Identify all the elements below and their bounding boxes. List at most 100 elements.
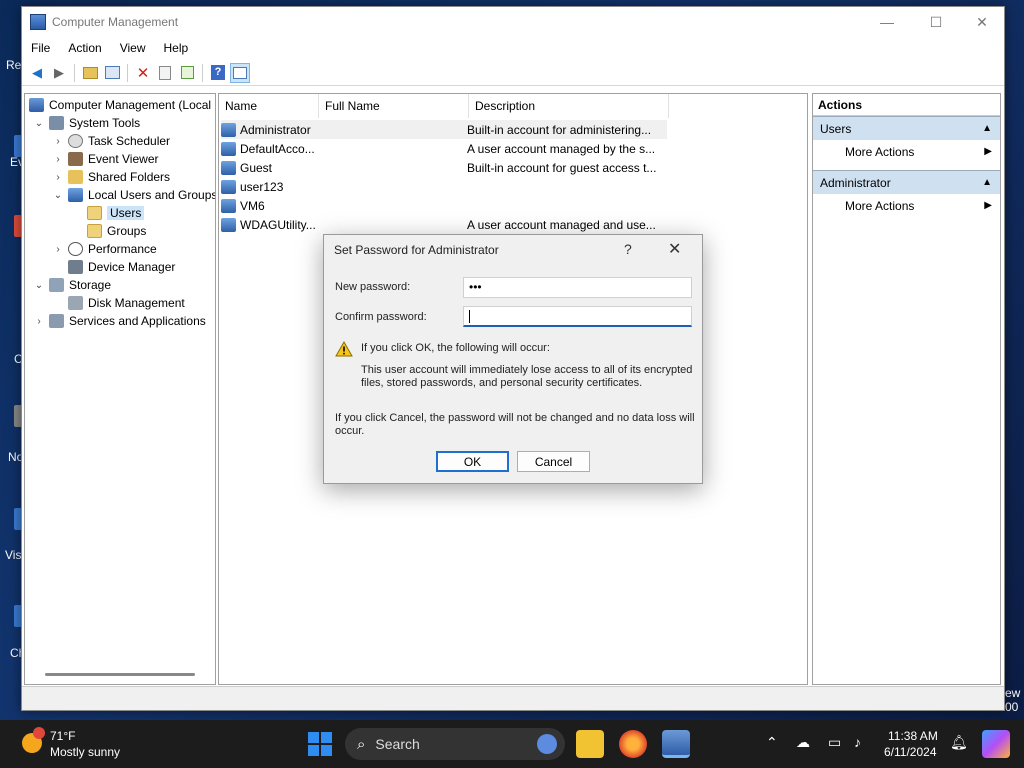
- tree-item-groups[interactable]: Groups: [87, 222, 146, 240]
- expand-chevron-icon[interactable]: ›: [52, 172, 64, 183]
- weather-temperature[interactable]: 71°F: [50, 729, 75, 743]
- warning-heading: If you click OK, the following will occu…: [361, 342, 550, 354]
- tree-item-services-apps[interactable]: › Services and Applications: [33, 312, 206, 330]
- help-icon[interactable]: ?: [208, 63, 228, 83]
- cancel-button[interactable]: Cancel: [517, 451, 590, 472]
- tree-item-task-scheduler[interactable]: › Task Scheduler: [52, 132, 170, 150]
- users-group-icon: [68, 188, 83, 202]
- computer-management-icon: [30, 14, 46, 30]
- show-action-pane-icon[interactable]: [230, 62, 250, 83]
- desktop-icon-label[interactable]: ew: [1005, 686, 1020, 700]
- actions-section-users[interactable]: Users ▲: [813, 116, 1000, 140]
- submenu-arrow-icon: ▶: [984, 146, 992, 157]
- dialog-help-button[interactable]: ?: [624, 241, 632, 257]
- back-arrow-icon[interactable]: ◀: [27, 63, 47, 83]
- column-header-name[interactable]: Name: [219, 94, 319, 118]
- show-hidden-icons-chevron-icon[interactable]: ⌃: [766, 734, 778, 751]
- collapse-up-icon[interactable]: ▲: [982, 117, 992, 141]
- menu-file[interactable]: File: [22, 41, 59, 55]
- user-icon: [221, 217, 236, 232]
- tree-item-system-tools[interactable]: ⌄ System Tools: [33, 114, 140, 132]
- up-folder-icon[interactable]: [80, 63, 100, 83]
- start-button[interactable]: [308, 732, 332, 756]
- collapse-up-icon[interactable]: ▲: [982, 171, 992, 195]
- expand-chevron-icon[interactable]: ›: [52, 136, 64, 147]
- expand-chevron-icon[interactable]: ›: [52, 154, 64, 165]
- title-bar[interactable]: Computer Management — ☐ ✕: [22, 7, 1004, 37]
- tree-item-device-manager[interactable]: Device Manager: [68, 258, 175, 276]
- confirm-password-field[interactable]: [463, 306, 692, 327]
- taskbar-search[interactable]: ⌕ Search: [345, 728, 565, 760]
- dialog-close-button[interactable]: ✕: [668, 239, 681, 259]
- column-header-description[interactable]: Description: [469, 94, 669, 118]
- collapse-chevron-icon[interactable]: ⌄: [33, 280, 45, 291]
- menu-view[interactable]: View: [111, 41, 155, 55]
- tree-item-local-users-groups[interactable]: ⌄ Local Users and Groups: [52, 186, 215, 204]
- performance-icon: [68, 242, 83, 256]
- maximize-button[interactable]: ☐: [913, 7, 959, 37]
- table-row[interactable]: Administrator Built-in account for admin…: [221, 120, 667, 139]
- collapse-chevron-icon[interactable]: ⌄: [33, 118, 45, 129]
- column-header-full-name[interactable]: Full Name: [319, 94, 469, 118]
- computer-management-taskbar-icon[interactable]: [662, 730, 690, 758]
- tree-item-storage[interactable]: ⌄ Storage: [33, 276, 111, 294]
- tree-item-disk-management[interactable]: Disk Management: [68, 294, 185, 312]
- expand-chevron-icon[interactable]: ›: [52, 244, 64, 255]
- table-row[interactable]: DefaultAcco... A user account managed by…: [221, 139, 667, 158]
- tree-item-shared-folders[interactable]: › Shared Folders: [52, 168, 170, 186]
- desktop-icon-label[interactable]: Vis: [5, 548, 21, 562]
- user-icon: [221, 141, 236, 156]
- network-icon[interactable]: ☁: [796, 734, 810, 751]
- export-list-icon[interactable]: [177, 63, 197, 83]
- menu-help[interactable]: Help: [155, 41, 198, 55]
- close-button[interactable]: ✕: [959, 7, 1005, 37]
- warning-icon: [335, 341, 353, 357]
- actions-section-administrator[interactable]: Administrator ▲: [813, 170, 1000, 194]
- table-row[interactable]: user123: [221, 177, 667, 196]
- toolbar-separator: [74, 63, 75, 82]
- tree-item-event-viewer[interactable]: › Event Viewer: [52, 150, 158, 168]
- firefox-icon[interactable]: [619, 730, 647, 758]
- weather-condition[interactable]: Mostly sunny: [50, 745, 120, 759]
- minimize-button[interactable]: —: [864, 7, 910, 37]
- administrator-more-actions[interactable]: More Actions ▶: [813, 194, 1000, 218]
- console-tree[interactable]: Computer Management (Local ⌄ System Tool…: [24, 93, 216, 685]
- expand-chevron-icon[interactable]: ›: [33, 316, 45, 327]
- tree-item-root[interactable]: Computer Management (Local: [29, 96, 211, 114]
- display-icon[interactable]: ▭: [828, 734, 841, 751]
- menu-action[interactable]: Action: [59, 41, 110, 55]
- table-row[interactable]: WDAGUtility... A user account managed an…: [221, 215, 667, 234]
- desktop-icon-label[interactable]: 00: [1005, 700, 1018, 714]
- tree-item-performance[interactable]: › Performance: [52, 240, 157, 258]
- users-more-actions[interactable]: More Actions ▶: [813, 140, 1000, 164]
- search-highlight-icon: [537, 734, 557, 754]
- toolbar: ◀ ▶ ✕ ?: [22, 60, 1004, 86]
- status-bar: [22, 686, 1004, 710]
- clock-time[interactable]: 11:38 AM: [888, 729, 938, 743]
- volume-icon[interactable]: ♪: [854, 734, 861, 750]
- actions-title: Actions: [813, 94, 1000, 116]
- table-row[interactable]: VM6: [221, 196, 667, 215]
- new-password-field[interactable]: •••: [463, 277, 692, 298]
- properties-icon[interactable]: [155, 63, 175, 83]
- folder-icon: [87, 206, 102, 220]
- warning-line-1: This user account will immediately lose …: [361, 364, 693, 376]
- notification-bell-icon[interactable]: 🔔︎: [950, 734, 968, 751]
- clock-date[interactable]: 6/11/2024: [884, 745, 937, 759]
- show-hide-tree-icon[interactable]: [102, 63, 122, 83]
- delete-icon[interactable]: ✕: [133, 63, 153, 83]
- table-row[interactable]: Guest Built-in account for guest access …: [221, 158, 667, 177]
- windows-logo-tile: [308, 732, 319, 743]
- user-icon: [221, 160, 236, 175]
- copilot-icon[interactable]: [982, 730, 1010, 758]
- forward-arrow-icon[interactable]: ▶: [49, 63, 69, 83]
- collapse-chevron-icon[interactable]: ⌄: [52, 190, 64, 201]
- storage-icon: [49, 278, 64, 292]
- menu-bar: File Action View Help: [22, 37, 1004, 59]
- tree-item-users[interactable]: Users: [87, 204, 145, 222]
- ok-button[interactable]: OK: [436, 451, 509, 472]
- horizontal-scrollbar[interactable]: [45, 673, 195, 676]
- cancel-note-line-2: occur.: [335, 425, 365, 437]
- desktop-icon-label[interactable]: Re: [6, 58, 21, 72]
- file-explorer-icon[interactable]: [576, 730, 604, 758]
